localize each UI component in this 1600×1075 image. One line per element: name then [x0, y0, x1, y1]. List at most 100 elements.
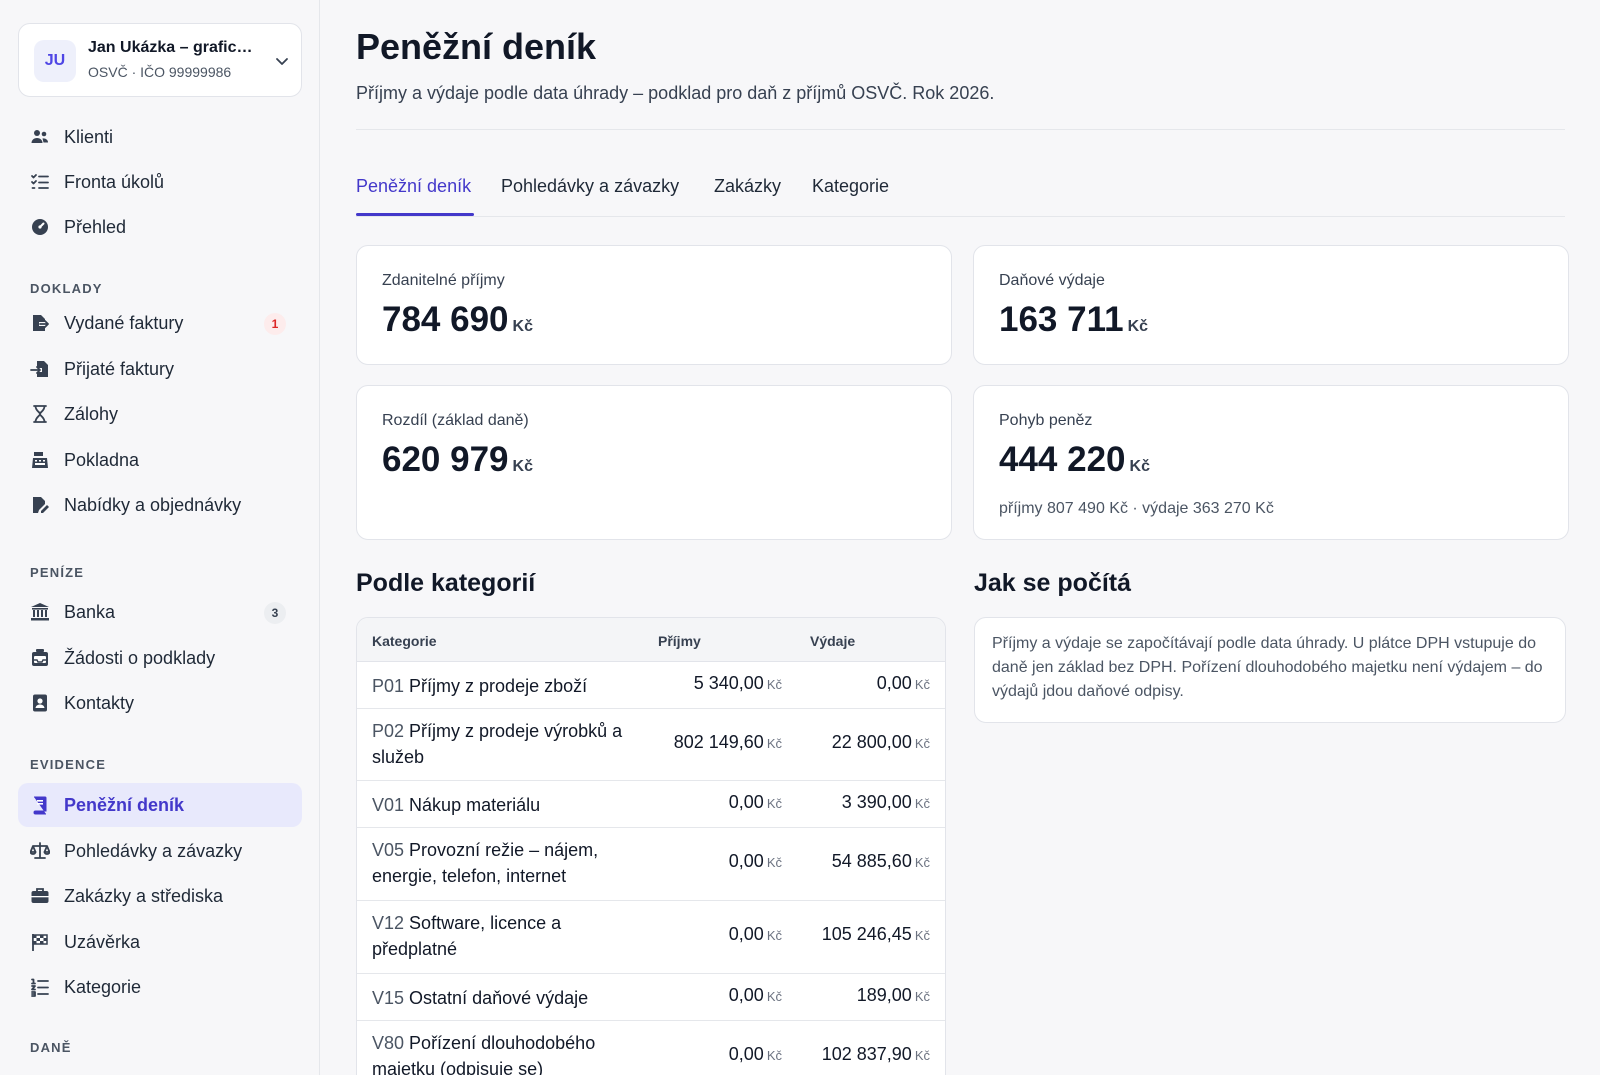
expenses-cell: 0,00 Kč [876, 673, 930, 693]
category-cell: V12 Software, licence a předplatné [372, 910, 634, 962]
sidebar-item-penezni-denik[interactable]: Peněžní deník [18, 783, 302, 827]
sidebar-item-nabidky-a-objednavky[interactable]: Nabídky a objednávky [18, 483, 302, 527]
section-heading-by-category: Podle kategorií [356, 569, 536, 597]
category-cell: V01 Nákup materiálu [372, 792, 634, 818]
hourglass-icon [33, 405, 47, 423]
column-header-income: Příjmy [658, 633, 701, 649]
category-code: P01 [372, 676, 405, 696]
sidebar-item-banka[interactable]: Banka 3 [18, 590, 302, 634]
sidebar-item-label: Žádosti o podklady [64, 647, 216, 668]
sidebar-item-label: Fronta úkolů [64, 171, 165, 192]
sidebar-item-prehled[interactable]: Přehled [18, 205, 302, 249]
category-name: Ostatní daňové výdaje [409, 988, 589, 1008]
category-name: Provozní režie – nájem, energie, telefon… [372, 840, 599, 886]
expenses-cell: 22 800,00 Kč [831, 732, 930, 752]
category-cell: P02 Příjmy z prodeje výrobků a služeb [372, 718, 634, 770]
table-row[interactable]: P02 Příjmy z prodeje výrobků a služeb 802… [357, 709, 945, 781]
section-title-evidence: EVIDENCE [30, 757, 107, 772]
notification-badge: 1 [264, 313, 286, 335]
divider [356, 129, 1565, 130]
table-row[interactable]: V80 Pořízení dlouhodobého majetku (odpis… [357, 1021, 945, 1075]
sidebar-item-zadosti-o-podklady[interactable]: Žádosti o podklady [18, 636, 302, 680]
card-value: 163 711 Kč [999, 300, 1149, 339]
income-cell: 0,00 Kč [728, 851, 782, 871]
calculation-info-box: Příjmy a výdaje se započítávají podle da… [974, 617, 1566, 723]
briefcase-icon [31, 888, 49, 903]
sidebar-item-label: Peněžní deník [64, 794, 185, 815]
sidebar-item-klienti[interactable]: Klienti [18, 115, 302, 159]
category-name: Nákup materiálu [409, 795, 541, 815]
category-code: V05 [372, 840, 405, 860]
card-value: 784 690 Kč [382, 300, 533, 339]
checkered-flag-icon [32, 934, 48, 951]
category-code: P02 [372, 721, 405, 741]
income-cell: 802 149,60 Kč [673, 732, 782, 752]
table-row[interactable]: V01 Nákup materiálu 0,00 Kč 3 390,00 Kč [357, 781, 945, 828]
category-name: Příjmy z prodeje výrobků a služeb [372, 721, 623, 767]
category-code: V12 [372, 913, 405, 933]
card-cash-flow: Pohyb peněz 444 220 Kč příjmy 807 490 Kč … [973, 385, 1569, 540]
category-code: V15 [372, 988, 405, 1008]
expenses-cell: 3 390,00 Kč [841, 792, 930, 812]
count-badge: 3 [264, 602, 286, 624]
cash-register-icon [32, 452, 48, 468]
income-cell: 0,00 Kč [728, 985, 782, 1005]
table-row[interactable]: V05 Provozní režie – nájem, energie, tel… [357, 828, 945, 901]
card-label: Zdanitelné příjmy [382, 272, 505, 289]
expenses-cell: 105 246,45 Kč [821, 924, 930, 944]
card-taxable-income: Zdanitelné příjmy 784 690 Kč [356, 245, 952, 365]
account-avatar: JU [34, 40, 76, 82]
invoice-out-icon [33, 315, 49, 331]
main-content: Peněžní deník Příjmy a výdaje podle data… [321, 0, 1600, 1075]
sidebar-item-pokladna[interactable]: Pokladna [18, 438, 302, 482]
table-row[interactable]: V15 Ostatní daňové výdaje 0,00 Kč 189,00 Kč [357, 974, 945, 1021]
sidebar-item-vydane-faktury[interactable]: Vydané faktury 1 [18, 301, 302, 345]
section-title-dane: DANĚ [30, 1040, 72, 1055]
expenses-cell: 54 885,60 Kč [831, 851, 930, 871]
card-value: 620 979 Kč [382, 440, 533, 479]
income-cell: 0,00 Kč [728, 924, 782, 944]
tab-zakazky[interactable]: Zakázky [714, 176, 781, 197]
sidebar-item-fronta-ukolu[interactable]: Fronta úkolů [18, 160, 302, 204]
sidebar-item-label: Přijaté faktury [64, 358, 175, 379]
sidebar-item-label: Kontakty [64, 692, 135, 713]
section-title-doklady: DOKLADY [30, 281, 103, 296]
sidebar-item-label: Zakázky a střediska [64, 885, 224, 906]
page-subtitle: Příjmy a výdaje podle data úhrady – podk… [356, 83, 995, 103]
sidebar-item-pohledavky-a-zavazky[interactable]: Pohledávky a závazky [18, 829, 302, 873]
sidebar-item-label: Přehled [64, 216, 127, 237]
inbox-request-icon [32, 649, 48, 666]
income-cell: 0,00 Kč [728, 792, 782, 812]
card-tax-expenses: Daňové výdaje 163 711 Kč [973, 245, 1569, 365]
sidebar-item-prijate-faktury[interactable]: Přijaté faktury [18, 347, 302, 391]
category-cell: V05 Provozní režie – nájem, energie, tel… [372, 837, 634, 889]
column-header-expenses: Výdaje [810, 633, 856, 649]
sidebar-item-label: Pokladna [64, 449, 140, 470]
account-switcher[interactable]: JU Jan Ukázka – grafic… OSVČ · IČO 99999… [18, 23, 302, 97]
category-table: Kategorie Příjmy Výdaje P01 Příjmy z pro… [356, 617, 946, 1075]
account-subtitle: OSVČ · IČO 99999986 [88, 64, 232, 80]
chevron-down-icon [276, 58, 288, 65]
document-edit-icon [33, 497, 49, 513]
tab-kategorie[interactable]: Kategorie [812, 176, 889, 197]
table-row[interactable]: P01 Příjmy z prodeje zboží 5 340,00 Kč 0,00… [357, 662, 945, 709]
income-cell: 0,00 Kč [728, 1044, 782, 1064]
sidebar-item-kategorie[interactable]: Kategorie [18, 965, 302, 1009]
sidebar-item-label: Nabídky a objednávky [64, 494, 242, 515]
tab-penezni-denik[interactable]: Peněžní deník [356, 176, 471, 197]
dashboard-gauge-icon [32, 219, 48, 235]
sidebar-item-uzaverka[interactable]: Uzávěrka [18, 920, 302, 964]
sidebar-item-zalohy[interactable]: Zálohy [18, 392, 302, 436]
sidebar-item-label: Pohledávky a závazky [64, 840, 243, 861]
category-code: V80 [372, 1033, 405, 1053]
section-title-penize: PENÍZE [30, 565, 85, 580]
sidebar-item-label: Kategorie [64, 976, 142, 997]
category-name: Pořízení dlouhodobého majetku (odpisuje … [372, 1033, 596, 1075]
table-row[interactable]: V12 Software, licence a předplatné 0,00 Kč… [357, 901, 945, 974]
category-cell: P01 Příjmy z prodeje zboží [372, 673, 634, 699]
tab-pohledavky-a-zavazky[interactable]: Pohledávky a závazky [501, 176, 679, 197]
sidebar-item-zakazky-a-strediska[interactable]: Zakázky a střediska [18, 874, 302, 918]
section-heading-how-calculated: Jak se počítá [974, 569, 1132, 597]
book-icon [33, 796, 47, 815]
sidebar-item-kontakty[interactable]: Kontakty [18, 681, 302, 725]
